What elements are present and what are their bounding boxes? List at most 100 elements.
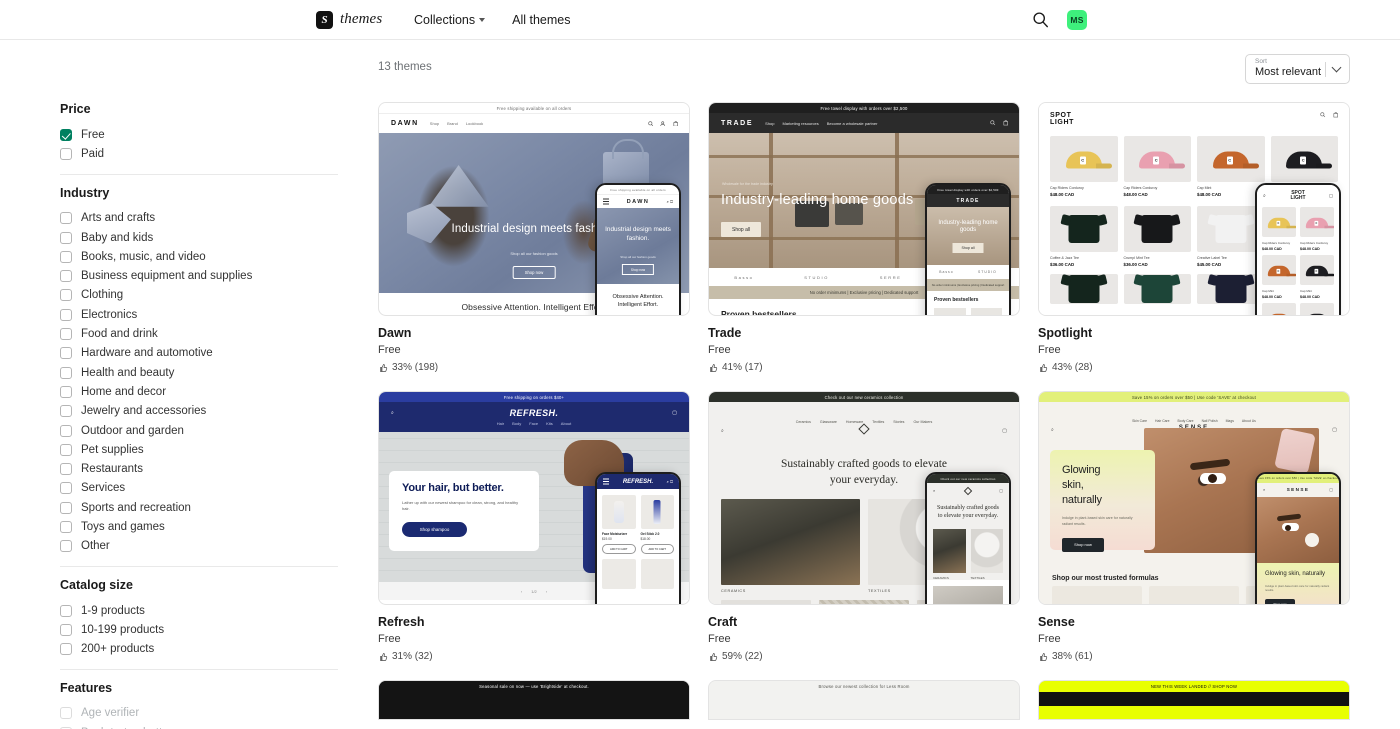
filter-option-services[interactable]: Services bbox=[60, 479, 338, 498]
mobile-hero-image bbox=[1257, 496, 1339, 563]
sort-select[interactable]: Sort Most relevant bbox=[1245, 54, 1350, 84]
preview-hero-button: Shop now bbox=[1062, 537, 1104, 552]
checkbox[interactable] bbox=[60, 643, 72, 656]
product-card[interactable]: Crumpl Mint Tee $36.00 CAD bbox=[1123, 205, 1191, 267]
checkbox[interactable] bbox=[60, 604, 72, 617]
product-card[interactable]: C Cap Riders Corduroy $48.00 CAD bbox=[1123, 135, 1191, 197]
filter-option-home-and-decor[interactable]: Home and decor bbox=[60, 382, 338, 401]
product-card[interactable]: CCap Mint$48.00 CAD bbox=[1262, 303, 1296, 315]
filter-option-electronics[interactable]: Electronics bbox=[60, 305, 338, 324]
checkbox[interactable] bbox=[60, 443, 72, 456]
theme-card-refresh[interactable]: Free shipping on orders $40+ REFRESH. Ha… bbox=[378, 391, 690, 662]
checkbox[interactable] bbox=[60, 405, 72, 418]
checkbox[interactable] bbox=[60, 250, 72, 263]
theme-card-trade[interactable]: Free towel display with orders over $2,5… bbox=[708, 102, 1020, 373]
filter-option-toys-and-games[interactable]: Toys and games bbox=[60, 517, 338, 536]
search-icon: ⌕ bbox=[1263, 193, 1266, 199]
app-header: themes Collections All themes MS bbox=[0, 0, 1400, 40]
theme-card-spotlight[interactable]: SPOT LIGHT C Cap Riders Corduroy $48.00 CA… bbox=[1038, 102, 1350, 373]
avatar[interactable]: MS bbox=[1067, 9, 1087, 30]
filter-option-other[interactable]: Other bbox=[60, 537, 338, 556]
checkbox[interactable] bbox=[60, 231, 72, 244]
nav-item-collections[interactable]: Collections bbox=[414, 13, 486, 27]
product-card[interactable]: CCap Mint$48.00 CAD bbox=[1262, 255, 1296, 299]
filter-option-food-and-drink[interactable]: Food and drink bbox=[60, 324, 338, 343]
checkbox[interactable] bbox=[60, 212, 72, 225]
theme-preview-sense[interactable]: Save 15% on orders over $50 | Use code '… bbox=[1038, 391, 1350, 605]
filter-option-health-and-beauty[interactable]: Health and beauty bbox=[60, 363, 338, 382]
theme-card-partial[interactable]: Browse our newest collection for Less Ro… bbox=[708, 680, 1020, 720]
checkbox[interactable] bbox=[60, 147, 72, 160]
filter-option-free[interactable]: Free 13 bbox=[60, 125, 338, 144]
checkbox[interactable] bbox=[60, 520, 72, 533]
preview-mobile-frame: REFRESH. ⌕ ▢ Face Moisturizer $19.00 ADD… bbox=[595, 472, 681, 604]
facet-catalog-size-header[interactable]: Catalog size bbox=[60, 578, 338, 601]
product-card[interactable]: C Cap Riders Corduroy $48.00 CAD bbox=[1300, 207, 1334, 251]
preview-hero-button: Shop all bbox=[721, 222, 762, 238]
filter-option-books-music-and-video[interactable]: Books, music, and video bbox=[60, 247, 338, 266]
filter-option-hardware-and-automotive[interactable]: Hardware and automotive bbox=[60, 344, 338, 363]
filter-option-business-equipment-and-supplies[interactable]: Business equipment and supplies bbox=[60, 266, 338, 285]
product-card[interactable]: CCap Mint$48.00 CAD bbox=[1300, 303, 1334, 315]
filter-option-arts-and-crafts[interactable]: Arts and crafts bbox=[60, 209, 338, 228]
checkbox[interactable] bbox=[60, 623, 72, 636]
mobile-hero-button: Shop now bbox=[621, 264, 655, 276]
filter-option-1-9-products[interactable]: 1-9 products12 bbox=[60, 601, 338, 620]
theme-card-partial[interactable]: NEW THIS WEEK LANDED // SHOP NOW bbox=[1038, 680, 1350, 720]
checkbox[interactable] bbox=[60, 385, 72, 398]
checkbox[interactable] bbox=[60, 270, 72, 283]
nav-item-all-themes[interactable]: All themes bbox=[512, 13, 570, 27]
product-image[interactable] bbox=[1123, 273, 1191, 304]
filters-sidebar: Price Free 13 Paid 208 Industry Arts and… bbox=[0, 40, 338, 729]
theme-preview-dawn[interactable]: Free shipping available on all orders DA… bbox=[378, 102, 690, 316]
theme-preview-refresh[interactable]: Free shipping on orders $40+ REFRESH. Ha… bbox=[378, 391, 690, 605]
theme-card-craft[interactable]: Check out our new ceramics collection ⌕ … bbox=[708, 391, 1020, 662]
theme-card-sense[interactable]: Save 15% on orders over $50 | Use code '… bbox=[1038, 391, 1350, 662]
product-card[interactable]: Coffee & Jazz Tee $36.00 CAD bbox=[1050, 205, 1118, 267]
checkbox[interactable] bbox=[60, 289, 72, 302]
product-card[interactable]: CCap Mint$48.00 CAD bbox=[1197, 135, 1265, 197]
checkbox[interactable] bbox=[60, 424, 72, 437]
filter-option-pet-supplies[interactable]: Pet supplies bbox=[60, 440, 338, 459]
next-arrow-icon: › bbox=[545, 588, 548, 594]
filter-option-jewelry-and-accessories[interactable]: Jewelry and accessories bbox=[60, 402, 338, 421]
checkbox[interactable] bbox=[60, 482, 72, 495]
filter-option-sports-and-recreation[interactable]: Sports and recreation bbox=[60, 498, 338, 517]
filter-option-restaurants[interactable]: Restaurants bbox=[60, 459, 338, 478]
product-card[interactable]: C Cap Riders Corduroy $48.00 CAD bbox=[1050, 135, 1118, 197]
checkbox[interactable] bbox=[60, 347, 72, 360]
facet-industry-header[interactable]: Industry bbox=[60, 186, 338, 209]
checkbox[interactable] bbox=[60, 463, 72, 476]
checkbox[interactable] bbox=[60, 501, 72, 514]
theme-card-partial[interactable]: Seasonal sale on now — use 'Brightside' … bbox=[378, 680, 690, 720]
cap-badge: C bbox=[1314, 220, 1319, 226]
chevron-down-icon[interactable] bbox=[1331, 62, 1342, 72]
filter-option-10-199-products[interactable]: 10-199 products12 bbox=[60, 620, 338, 639]
filter-option-paid[interactable]: Paid 208 bbox=[60, 144, 338, 163]
theme-rating-text: 43% (28) bbox=[1052, 362, 1093, 373]
checkbox[interactable] bbox=[60, 540, 72, 553]
brand-logo[interactable]: themes bbox=[316, 10, 382, 29]
search-icon[interactable] bbox=[1032, 11, 1049, 28]
nav-link: Homeware bbox=[845, 420, 864, 424]
theme-preview-trade[interactable]: Free towel display with orders over $2,5… bbox=[708, 102, 1020, 316]
checkbox[interactable] bbox=[60, 328, 72, 341]
facet-price-header[interactable]: Price bbox=[60, 102, 338, 125]
brand-name: Basso bbox=[734, 274, 754, 280]
theme-price: Free bbox=[1038, 344, 1061, 356]
theme-preview-spotlight[interactable]: SPOT LIGHT C Cap Riders Corduroy $48.00 CA… bbox=[1038, 102, 1350, 316]
product-card[interactable]: C Cap Riders Corduroy $48.00 CAD bbox=[1262, 207, 1296, 251]
theme-preview-craft[interactable]: Check out our new ceramics collection ⌕ … bbox=[708, 391, 1020, 605]
theme-card-dawn[interactable]: Free shipping available on all orders DA… bbox=[378, 102, 690, 373]
filter-option-baby-and-kids[interactable]: Baby and kids bbox=[60, 228, 338, 247]
product-card[interactable]: CCap Mint$48.00 CAD bbox=[1300, 255, 1334, 299]
product-image[interactable] bbox=[1050, 273, 1118, 304]
filter-option-200-products[interactable]: 200+ products1 bbox=[60, 640, 338, 659]
facet-features-header[interactable]: Features bbox=[60, 681, 338, 704]
thumbs-up-icon bbox=[710, 652, 718, 661]
filter-option-clothing[interactable]: Clothing bbox=[60, 286, 338, 305]
filter-option-outdoor-and-garden[interactable]: Outdoor and garden bbox=[60, 421, 338, 440]
checkbox[interactable] bbox=[60, 308, 72, 321]
checkbox[interactable] bbox=[60, 366, 72, 379]
checkbox[interactable] bbox=[60, 128, 72, 141]
